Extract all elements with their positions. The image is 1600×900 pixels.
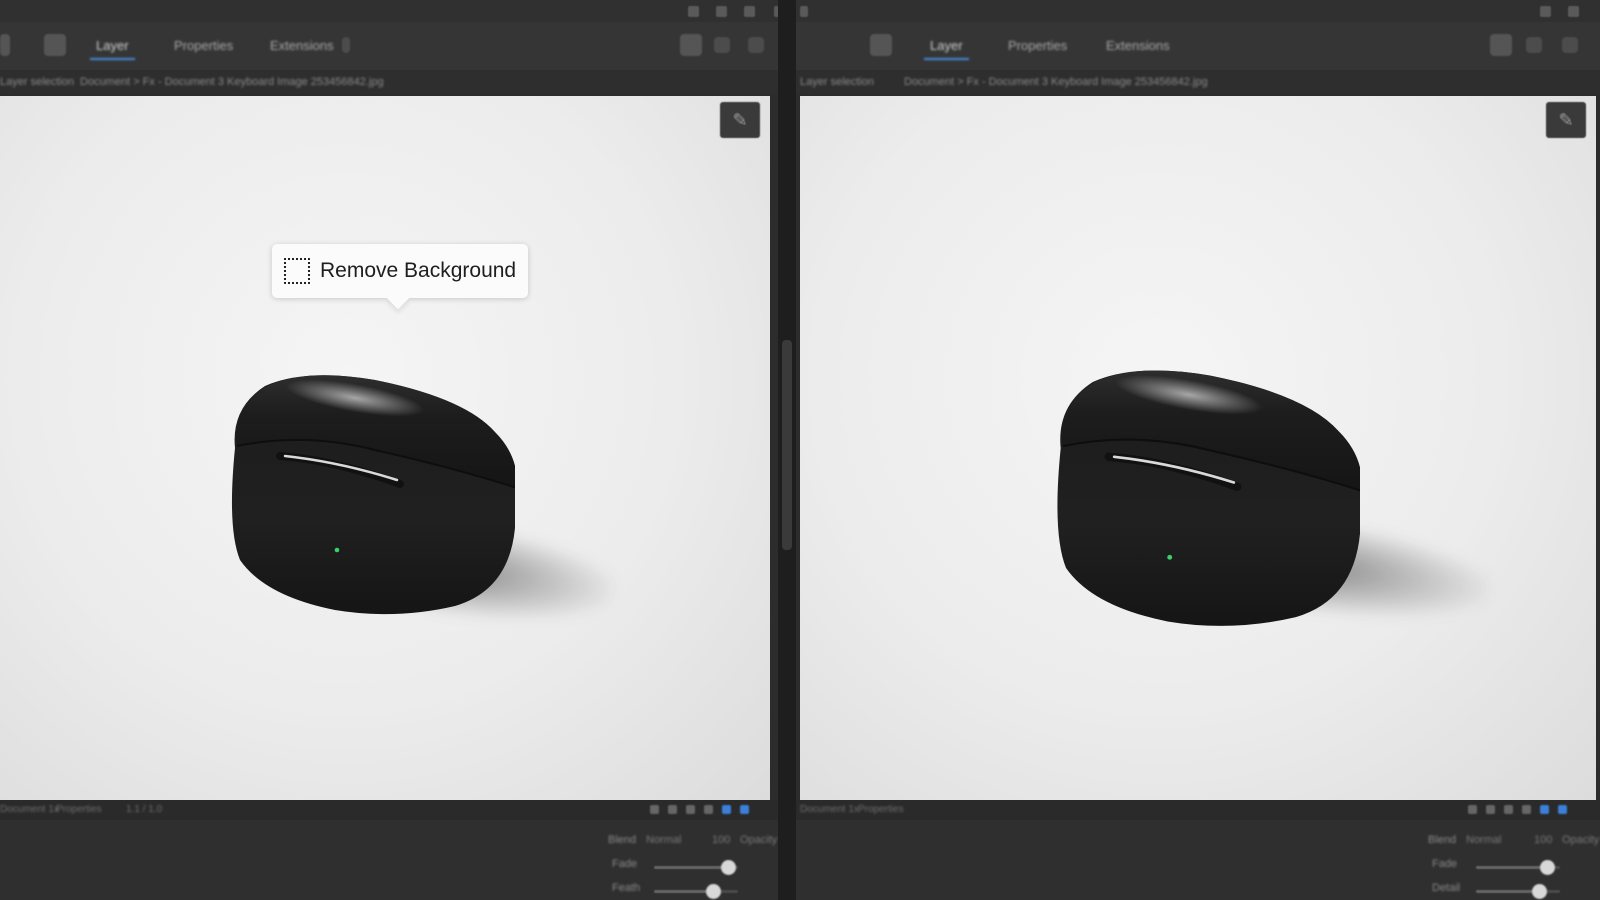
breadcrumb[interactable]: Document > Fx - Document 3 Keyboard Imag… xyxy=(904,76,1208,88)
prop-label: Fade xyxy=(612,858,638,870)
properties-panel: Blend Normal 100 Opacity Fade Feath xyxy=(0,820,778,900)
align-icon[interactable] xyxy=(1490,34,1512,56)
pen-icon[interactable] xyxy=(688,6,699,17)
blend-row: Blend Normal 100 Opacity xyxy=(0,834,778,856)
prop-label: Blend xyxy=(608,834,637,846)
feather-slider[interactable] xyxy=(654,884,738,899)
tool-icon-active[interactable] xyxy=(1540,805,1549,814)
panel-edge-icon xyxy=(0,34,10,56)
tab-properties[interactable]: Properties xyxy=(174,38,233,53)
edit-icon[interactable]: ✎ xyxy=(720,102,760,138)
airpods-case-image xyxy=(225,328,620,637)
blend-row: Blend Normal 100 Opacity xyxy=(796,834,1600,856)
tool-icon[interactable] xyxy=(704,805,713,814)
properties-panel: Blend Normal 100 Opacity Fade Detail xyxy=(796,820,1600,900)
opacity-field[interactable]: Opacity xyxy=(1562,834,1599,846)
dropdown-icon[interactable] xyxy=(342,37,350,53)
slider-knob[interactable] xyxy=(1540,860,1556,875)
tab-layer[interactable]: Layer xyxy=(90,38,134,60)
slider-knob[interactable] xyxy=(1532,884,1547,899)
breadcrumb-bar: Layer selection Document > Fx - Document… xyxy=(796,70,1600,94)
split-divider[interactable] xyxy=(778,0,796,900)
fade-slider[interactable] xyxy=(1476,860,1560,875)
prop-label: Feath xyxy=(612,882,641,894)
tool-icon[interactable] xyxy=(1468,805,1477,814)
distribute-icon[interactable] xyxy=(748,37,764,53)
distribute-icon[interactable] xyxy=(1562,37,1578,53)
case-body xyxy=(231,375,515,615)
image-canvas[interactable]: ✎ xyxy=(0,96,770,800)
tool-icon-active[interactable] xyxy=(740,805,749,814)
detail-slider[interactable] xyxy=(1476,884,1560,899)
grid-icon[interactable] xyxy=(716,6,727,17)
left-editor-pane: Layer Properties Extensions Layer select… xyxy=(0,22,778,900)
window-icon[interactable] xyxy=(1568,6,1579,17)
fade-row: Fade xyxy=(796,858,1600,880)
tab-layer[interactable]: Layer xyxy=(924,38,968,60)
opacity-field[interactable]: Opacity xyxy=(740,834,777,846)
tool-icon[interactable] xyxy=(650,805,659,814)
tool-icon-active[interactable] xyxy=(1558,805,1567,814)
title-bar xyxy=(0,0,1600,22)
tab-properties[interactable]: Properties xyxy=(1008,38,1067,53)
align-icon[interactable] xyxy=(680,34,702,56)
layer-panel-icon[interactable] xyxy=(870,34,892,56)
tool-icon[interactable] xyxy=(686,805,695,814)
toolbar: Layer Properties Extensions xyxy=(796,22,1600,70)
breadcrumb[interactable]: Document > Fx - Document 3 Keyboard Imag… xyxy=(80,76,384,88)
status-bar: Document 1x Properties 1.1 / 1.0 xyxy=(0,800,778,820)
right-editor-pane: Layer Properties Extensions Layer select… xyxy=(796,22,1600,900)
status-properties: Properties xyxy=(56,804,102,815)
status-document: Document 1x xyxy=(800,804,859,815)
status-properties: Properties xyxy=(858,804,904,815)
slider-knob[interactable] xyxy=(720,860,736,875)
breadcrumb-label: Layer selection xyxy=(0,76,74,88)
tab-extensions[interactable]: Extensions xyxy=(270,38,334,53)
breadcrumb-label: Layer selection xyxy=(800,76,874,88)
blend-mode-select[interactable]: Normal xyxy=(1466,834,1501,846)
prop-label: Fade xyxy=(1432,858,1458,870)
remove-background-label: Remove Background xyxy=(320,259,517,282)
fade-row: Fade xyxy=(0,858,778,880)
status-document: Document 1x xyxy=(0,804,59,815)
divider-grip[interactable] xyxy=(782,340,792,550)
status-bar: Document 1x Properties xyxy=(796,800,1600,820)
prop-label: Blend xyxy=(1428,834,1457,846)
image-canvas[interactable]: ✎ xyxy=(800,96,1596,800)
prop-label: Detail xyxy=(1432,882,1461,894)
layers-icon[interactable] xyxy=(744,6,755,17)
blend-mode-select[interactable]: Normal xyxy=(646,834,681,846)
copy-icon[interactable] xyxy=(714,37,730,53)
tool-icon[interactable] xyxy=(1522,805,1531,814)
dotted-selection-icon xyxy=(284,258,310,284)
breadcrumb-bar: Layer selection Document > Fx - Document… xyxy=(0,70,778,94)
pen-icon[interactable] xyxy=(1540,6,1551,17)
copy-icon[interactable] xyxy=(1526,37,1542,53)
prop-value: 100 xyxy=(712,834,731,846)
remove-background-tooltip[interactable]: Remove Background xyxy=(272,244,529,298)
detail-row: Detail xyxy=(796,882,1600,900)
tool-icon[interactable] xyxy=(668,805,677,814)
layer-panel-icon[interactable] xyxy=(44,34,66,56)
tool-icon-active[interactable] xyxy=(722,805,731,814)
edit-icon[interactable]: ✎ xyxy=(1546,102,1586,138)
fade-slider[interactable] xyxy=(654,860,738,875)
case-body xyxy=(1057,370,1360,626)
toolbar: Layer Properties Extensions xyxy=(0,22,778,70)
prop-value: 100 xyxy=(1534,834,1553,846)
tab-extensions[interactable]: Extensions xyxy=(1106,38,1170,53)
airpods-case-image xyxy=(1050,320,1495,636)
status-ratio: 1.1 / 1.0 xyxy=(126,804,163,815)
tool-icon[interactable] xyxy=(1486,805,1495,814)
tool-icon[interactable] xyxy=(1504,805,1513,814)
slider-knob[interactable] xyxy=(705,884,721,899)
more-icon[interactable] xyxy=(800,6,808,17)
feather-row: Feath xyxy=(0,882,778,900)
